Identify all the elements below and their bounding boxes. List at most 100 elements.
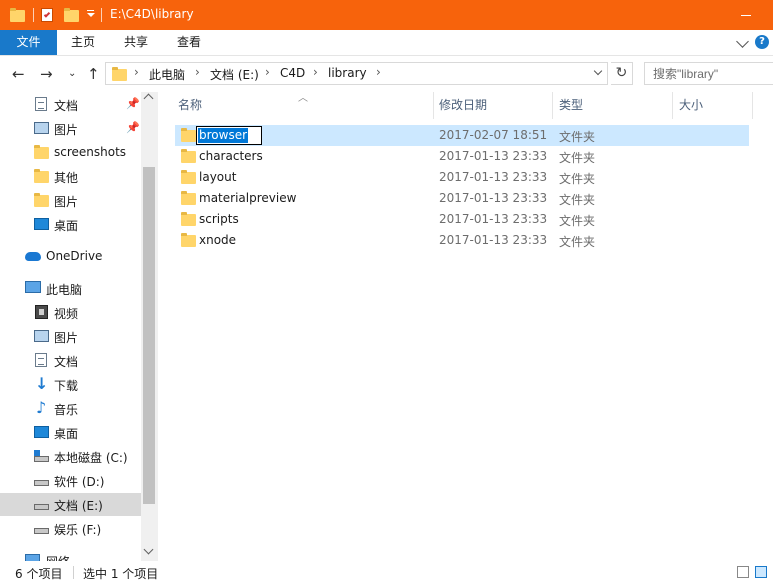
item-name[interactable]: scripts: [199, 212, 239, 226]
details-view-icon[interactable]: [737, 566, 749, 578]
breadcrumb-library[interactable]: library: [328, 66, 367, 80]
breadcrumb-separator[interactable]: ›: [134, 65, 139, 79]
sidebar-item-desktop-pinned[interactable]: 桌面: [0, 213, 141, 236]
forward-arrow-icon[interactable]: →: [40, 65, 53, 83]
column-header-name[interactable]: 名称: [178, 92, 202, 119]
video-icon: [35, 305, 48, 319]
pin-icon[interactable]: 📌: [126, 97, 140, 110]
pin-icon[interactable]: 📌: [126, 121, 140, 134]
sidebar-item-label: 图片: [54, 123, 79, 137]
breadcrumb-separator[interactable]: ›: [265, 65, 270, 79]
new-folder-icon[interactable]: [64, 8, 79, 22]
drive-icon: [34, 528, 49, 534]
file-row-scripts[interactable]: scripts 2017-01-13 23:33 文件夹: [175, 209, 749, 230]
column-header-type[interactable]: 类型: [559, 92, 583, 119]
file-row-layout[interactable]: layout 2017-01-13 23:33 文件夹: [175, 167, 749, 188]
item-name[interactable]: characters: [199, 149, 263, 163]
item-name[interactable]: materialpreview: [199, 191, 296, 205]
customize-toolbar-icon[interactable]: [87, 10, 95, 19]
breadcrumb-separator[interactable]: ›: [376, 65, 381, 79]
sidebar-item-pictures-folder[interactable]: 图片: [0, 189, 141, 212]
folder-icon: [181, 191, 196, 205]
breadcrumb-this-pc[interactable]: 此电脑: [149, 66, 185, 83]
item-name[interactable]: layout: [199, 170, 236, 184]
expand-ribbon-icon[interactable]: [736, 35, 749, 48]
folder-icon: [10, 8, 25, 22]
sidebar-item-drive-f[interactable]: 娱乐 (F:): [0, 517, 141, 540]
sidebar-item-downloads[interactable]: ↓ 下载: [0, 373, 141, 396]
sidebar-item-this-pc[interactable]: 此电脑: [0, 277, 141, 300]
properties-icon[interactable]: [41, 8, 53, 22]
sidebar-item-network[interactable]: 网络: [0, 549, 141, 561]
rename-text-selected[interactable]: browser: [198, 128, 249, 143]
breadcrumb-separator[interactable]: ›: [313, 65, 318, 79]
sidebar-item-drive-c[interactable]: 本地磁盘 (C:): [0, 445, 141, 468]
folder-icon: [181, 128, 196, 142]
sidebar-item-label: 下载: [54, 379, 79, 393]
sidebar-item-videos[interactable]: 视频: [0, 301, 141, 324]
sidebar-item-onedrive[interactable]: OneDrive: [0, 245, 141, 268]
column-header-date-modified[interactable]: 修改日期: [439, 92, 487, 119]
sidebar-scrollbar[interactable]: [141, 92, 158, 561]
sidebar-item-label: 桌面: [54, 219, 79, 233]
rename-input[interactable]: browser: [196, 126, 262, 145]
address-bar[interactable]: › 此电脑 › 文档 (E:) › C4D › library ›: [105, 62, 608, 85]
back-arrow-icon[interactable]: ←: [12, 65, 25, 83]
sidebar-item-label: screenshots: [54, 145, 127, 159]
scrollbar-thumb[interactable]: [143, 167, 155, 504]
search-box[interactable]: [644, 62, 773, 85]
tab-view[interactable]: 查看: [164, 30, 214, 55]
refresh-icon[interactable]: ↻: [611, 62, 633, 85]
help-icon[interactable]: ?: [755, 35, 769, 49]
file-row-characters[interactable]: characters 2017-01-13 23:33 文件夹: [175, 146, 749, 167]
column-header-size[interactable]: 大小: [679, 92, 703, 119]
separator: [101, 8, 102, 22]
address-history-dropdown[interactable]: [590, 62, 608, 85]
sidebar-item-documents-pinned[interactable]: 文档 📌: [0, 93, 141, 116]
tab-home[interactable]: 主页: [58, 30, 108, 55]
breadcrumb-separator[interactable]: ›: [195, 65, 200, 79]
column-divider[interactable]: [672, 92, 673, 119]
sidebar-item-pictures[interactable]: 图片: [0, 325, 141, 348]
minimize-button[interactable]: [735, 6, 759, 24]
system-drive-icon: [34, 450, 49, 462]
sidebar-item-other[interactable]: 其他: [0, 165, 141, 188]
column-divider[interactable]: [752, 92, 753, 119]
column-divider[interactable]: [552, 92, 553, 119]
sidebar-item-label: 视频: [54, 307, 79, 321]
column-divider[interactable]: [433, 92, 434, 119]
date-modified: 2017-01-13 23:33: [439, 233, 548, 247]
folder-icon: [181, 149, 196, 163]
recent-locations-chevron-icon[interactable]: ⌄: [68, 65, 76, 83]
item-name[interactable]: xnode: [199, 233, 236, 247]
sidebar-item-drive-d[interactable]: 软件 (D:): [0, 469, 141, 492]
sidebar-item-desktop[interactable]: 桌面: [0, 421, 141, 444]
title-bar: E:\C4D\library: [0, 0, 773, 30]
item-type: 文件夹: [559, 130, 596, 144]
sidebar-item-drive-e[interactable]: 文档 (E:): [0, 493, 141, 516]
file-row-xnode[interactable]: xnode 2017-01-13 23:33 文件夹: [175, 230, 749, 251]
sidebar-item-pictures-pinned[interactable]: 图片 📌: [0, 117, 141, 140]
sidebar-item-screenshots[interactable]: screenshots: [0, 141, 141, 164]
tab-share[interactable]: 共享: [110, 30, 162, 55]
sidebar-item-label: 桌面: [54, 427, 79, 441]
onedrive-cloud-icon: [25, 252, 41, 261]
search-input[interactable]: [645, 63, 773, 84]
sidebar-item-documents[interactable]: 文档: [0, 349, 141, 372]
sidebar-item-music[interactable]: ♪ 音乐: [0, 397, 141, 420]
item-type: 文件夹: [559, 151, 596, 165]
large-icons-view-icon[interactable]: [755, 566, 767, 578]
folder-icon: [181, 212, 196, 226]
desktop-icon: [34, 218, 49, 230]
file-row-materialpreview[interactable]: materialpreview 2017-01-13 23:33 文件夹: [175, 188, 749, 209]
folder-icon: [34, 145, 49, 159]
scroll-up-arrow-icon[interactable]: [143, 93, 154, 104]
tab-file[interactable]: 文件: [0, 30, 57, 55]
breadcrumb-drive-e[interactable]: 文档 (E:): [210, 66, 259, 83]
scroll-down-arrow-icon[interactable]: [143, 544, 154, 555]
sidebar-item-label: 此电脑: [46, 283, 83, 297]
file-row-browser[interactable]: browser 2017-02-07 18:51 文件夹: [175, 125, 749, 146]
date-modified: 2017-01-13 23:33: [439, 191, 548, 205]
breadcrumb-c4d[interactable]: C4D: [280, 66, 305, 80]
up-arrow-icon[interactable]: ↑: [87, 65, 100, 83]
